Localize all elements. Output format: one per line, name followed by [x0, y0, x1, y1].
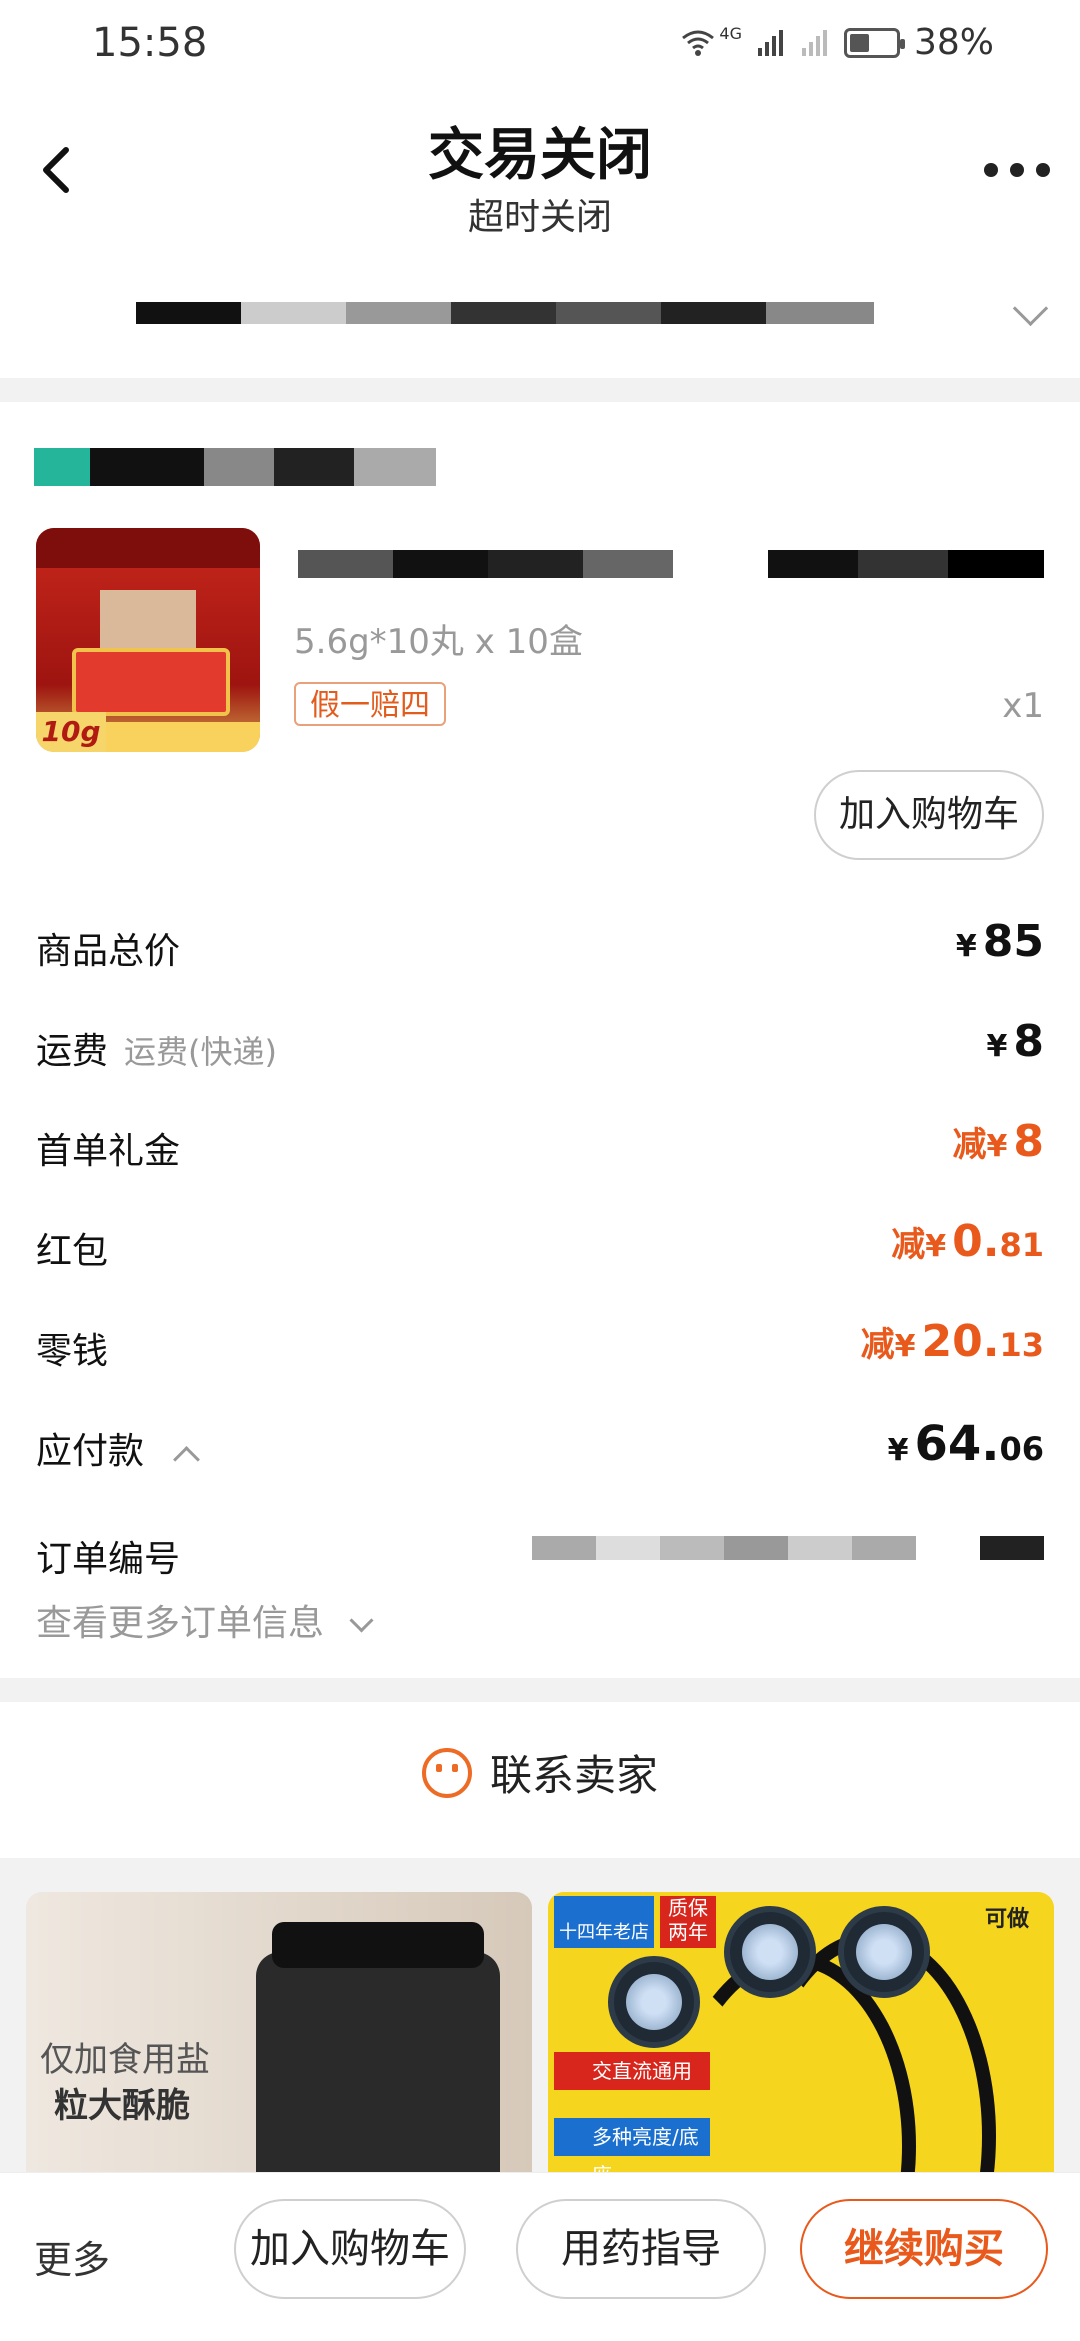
dot-icon — [1010, 163, 1024, 177]
more-options-button[interactable] — [984, 158, 1050, 182]
recommendation-text: 仅加食用盐 — [40, 2040, 210, 2080]
price-row-label: 红包 — [36, 1231, 109, 1272]
wifi-icon — [682, 30, 715, 56]
lamp-head-image — [724, 1906, 816, 1998]
address-section[interactable] — [0, 250, 1080, 378]
page-subtitle: 超时关闭 — [467, 197, 612, 238]
lamp-head-image — [838, 1906, 930, 1998]
price-row-value: 减¥ 20.13 — [860, 1316, 1044, 1367]
price-row-label: 运费 运费(快递) — [36, 1031, 277, 1072]
dot-icon — [1036, 163, 1050, 177]
product-image[interactable]: 10g — [36, 528, 260, 752]
network-type: 4G — [719, 24, 742, 43]
product-quantity: x1 — [1002, 686, 1044, 726]
price-row-first-order-gift: 首单礼金 减¥ 8 — [36, 1116, 1044, 1176]
recommendation-text: 可做 — [984, 1907, 1029, 1932]
order-number-label: 订单编号 — [36, 1539, 181, 1580]
more-order-info-label: 查看更多订单信息 — [36, 1594, 374, 1646]
redacted-address — [136, 302, 874, 324]
signal-icon — [757, 29, 783, 56]
warranty-badge: 质保两年 — [660, 1896, 716, 1948]
chevron-down-icon — [1012, 290, 1049, 327]
price-row-label: 应付款 — [36, 1422, 201, 1474]
price-row-label: 零钱 — [36, 1331, 109, 1372]
dot-icon — [984, 163, 998, 177]
nav-bar: 交易关闭 超时关闭 — [0, 90, 1080, 250]
smiley-chat-icon — [421, 1747, 472, 1798]
price-row-value: ¥85 — [955, 916, 1044, 967]
price-row-value: ¥64.06 — [887, 1416, 1044, 1472]
continue-purchase-button[interactable]: 继续购买 — [800, 2199, 1048, 2299]
signal-off-icon — [801, 29, 827, 56]
battery-icon — [843, 27, 905, 58]
order-number-row: 订单编号 — [36, 1524, 1044, 1584]
price-row-value: 减¥ 0.81 — [891, 1216, 1044, 1267]
price-row-label: 首单礼金 — [36, 1131, 181, 1172]
add-to-cart-button[interactable]: 加入购物车 — [814, 770, 1044, 860]
product-weight-badge: 10g — [36, 712, 106, 752]
price-row-change: 零钱 减¥ 20.13 — [36, 1316, 1044, 1376]
more-button[interactable]: 更多 — [34, 2229, 110, 2284]
contact-seller-button[interactable]: 联系卖家 — [0, 1702, 1080, 1858]
store-age-badge: 十四年老店 — [554, 1896, 654, 1948]
product-variant: 5.6g*10丸 x 10盒 — [294, 622, 583, 662]
redacted-order-number — [532, 1536, 1044, 1560]
price-row-value: ¥8 — [986, 1016, 1045, 1067]
price-row-label: 商品总价 — [36, 931, 181, 972]
status-bar: 15:58 4G 38% — [0, 0, 1080, 90]
price-row-value: 减¥ 8 — [952, 1116, 1045, 1167]
redacted-shop-name — [34, 448, 436, 486]
price-row-shipping: 运费 运费(快递) ¥8 — [36, 1016, 1044, 1076]
price-row-payable[interactable]: 应付款 ¥64.06 — [36, 1416, 1044, 1476]
price-row-subtotal: 商品总价 ¥85 — [36, 916, 1044, 976]
lamp-head-image — [608, 1956, 700, 2048]
recommendation-text: 粒大酥脆 — [54, 2086, 190, 2126]
battery-level: 38% — [913, 22, 994, 63]
page-title: 交易关闭 — [428, 123, 652, 188]
add-to-cart-button[interactable]: 加入购物车 — [234, 2199, 466, 2299]
medication-guide-button[interactable]: 用药指导 — [516, 2199, 766, 2299]
chevron-down-icon — [349, 1608, 374, 1633]
status-icons: 4G 38% — [681, 22, 994, 63]
order-card: 10g 5.6g*10丸 x 10盒 假一赔四 x1 加入购物车 商品总价 ¥8… — [0, 402, 1080, 1678]
guarantee-tag: 假一赔四 — [294, 682, 446, 726]
status-time: 15:58 — [92, 20, 208, 66]
contact-seller-label: 联系卖家 — [489, 1751, 658, 1800]
redacted-product-title — [298, 550, 1044, 578]
price-row-red-packet: 红包 减¥ 0.81 — [36, 1216, 1044, 1276]
chevron-up-icon — [173, 1446, 201, 1473]
more-order-info-link[interactable]: 查看更多订单信息 — [36, 1588, 1044, 1648]
bottom-action-bar: 更多 加入购物车 用药指导 继续购买 — [0, 2172, 1080, 2341]
